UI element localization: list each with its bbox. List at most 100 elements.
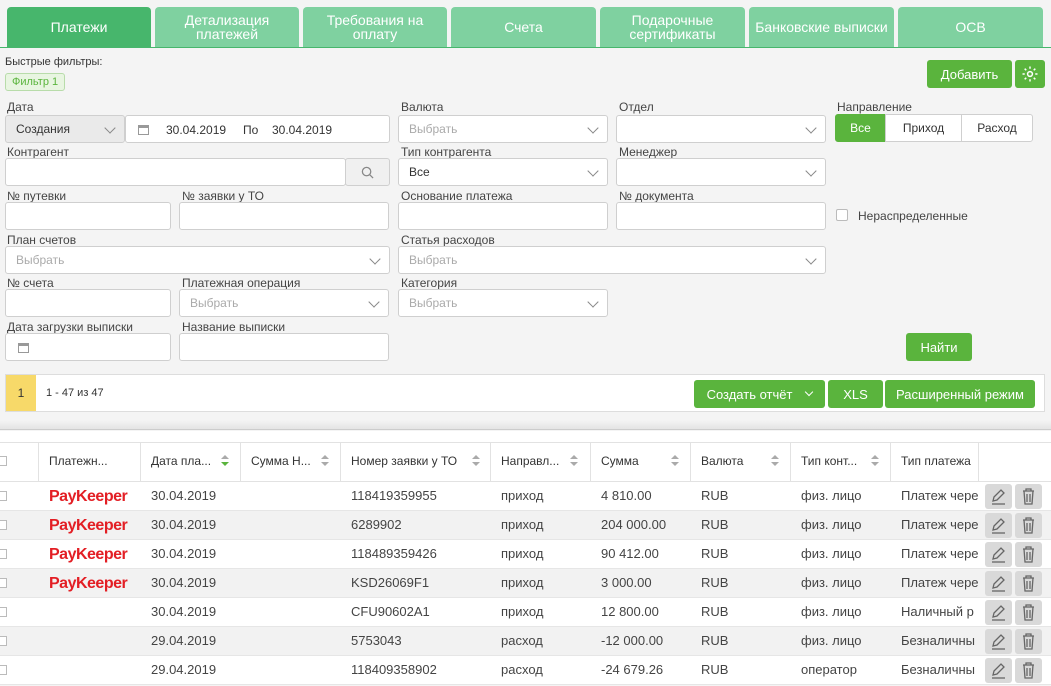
department-label: Отдел [619, 100, 654, 114]
col-header-amount[interactable]: Сумма [601, 454, 667, 468]
edit-button[interactable] [985, 600, 1012, 625]
edit-button[interactable] [985, 629, 1012, 654]
account-no-input[interactable] [5, 289, 171, 317]
delete-button[interactable] [1015, 542, 1042, 567]
section-divider [0, 420, 1051, 430]
counterparty-label: Контрагент [7, 145, 70, 159]
row-checkbox[interactable] [0, 636, 7, 646]
delete-button[interactable] [1015, 571, 1042, 596]
tab-payment-requests[interactable]: Требования на оплату [303, 7, 447, 47]
tab-payments[interactable]: Платежи [7, 7, 151, 47]
add-button[interactable]: Добавить [927, 60, 1012, 88]
category-select[interactable]: Выбрать [398, 289, 608, 317]
tab-bank-statements[interactable]: Банковские выписки [749, 7, 894, 47]
pager-range: 1 - 47 из 47 [46, 387, 104, 399]
xls-button[interactable]: XLS [828, 380, 883, 408]
edit-button[interactable] [985, 513, 1012, 538]
direction-expense[interactable]: Расход [961, 114, 1033, 142]
counterparty-type-select[interactable]: Все [398, 158, 608, 186]
edit-button[interactable] [985, 658, 1012, 683]
tab-payment-details[interactable]: Детализация платежей [155, 7, 299, 47]
delete-button[interactable] [1015, 629, 1042, 654]
trash-icon [1023, 575, 1034, 592]
tab-osv[interactable]: ОСВ [898, 7, 1043, 47]
cell-date: 30.04.2019 [151, 604, 217, 619]
direction-income[interactable]: Приход [885, 114, 962, 142]
statement-date-input[interactable] [5, 333, 171, 361]
sort-up-icon [321, 455, 329, 459]
edit-button[interactable] [985, 484, 1012, 509]
tab-strip-divider [0, 47, 1051, 48]
edit-button[interactable] [985, 571, 1012, 596]
payment-basis-label: Основание платежа [401, 189, 513, 203]
payment-operation-select[interactable]: Выбрать [179, 289, 389, 317]
tab-invoices[interactable]: Счета [451, 7, 596, 47]
cell-pay-type: Безналичны [901, 662, 975, 677]
cell-date: 29.04.2019 [151, 633, 217, 648]
cell-request: CFU90602A1 [351, 604, 430, 619]
create-report-button[interactable]: Создать отчёт [694, 380, 825, 408]
chart-of-accounts-select[interactable]: Выбрать [5, 246, 390, 274]
col-header-payment-type[interactable]: Тип платежа [901, 454, 977, 468]
delete-button[interactable] [1015, 513, 1042, 538]
col-header-date[interactable]: Дата пла... [151, 454, 217, 468]
col-header-cp-type[interactable]: Тип конт... [801, 454, 867, 468]
department-select[interactable] [616, 115, 826, 143]
col-header-currency[interactable]: Валюта [701, 454, 767, 468]
cell-direction: приход [501, 517, 544, 532]
tab-gift-certificates[interactable]: Подарочные сертификаты [600, 7, 745, 47]
payment-basis-input[interactable] [398, 202, 608, 230]
row-checkbox[interactable] [0, 491, 7, 501]
manager-select[interactable] [616, 158, 826, 186]
cell-amount: 3 000.00 [601, 575, 652, 590]
col-header-request-no[interactable]: Номер заявки у ТО [351, 454, 476, 468]
direction-all[interactable]: Все [835, 114, 886, 142]
manager-label: Менеджер [619, 145, 678, 159]
row-checkbox[interactable] [0, 607, 7, 617]
col-header-payment-system[interactable]: Платежн... [49, 454, 137, 468]
cell-currency: RUB [701, 517, 729, 532]
edit-button[interactable] [985, 542, 1012, 567]
trash-icon [1023, 488, 1034, 505]
sort-up-icon [472, 455, 480, 459]
row-checkbox[interactable] [0, 665, 7, 675]
chevron-down-icon [587, 296, 599, 308]
currency-select[interactable]: Выбрать [398, 115, 608, 143]
statement-name-input[interactable] [179, 333, 389, 361]
col-header-sum-n[interactable]: Сумма Н... [251, 454, 317, 468]
date-range-input[interactable]: 30.04.2019 По 30.04.2019 [125, 115, 390, 143]
delete-button[interactable] [1015, 658, 1042, 683]
chevron-down-icon [368, 296, 380, 308]
pencil-icon [992, 634, 1005, 650]
find-button[interactable]: Найти [906, 333, 972, 361]
cell-amount: 204 000.00 [601, 517, 667, 532]
cell-date: 30.04.2019 [151, 517, 217, 532]
counterparty-input[interactable] [5, 158, 346, 186]
row-checkbox[interactable] [0, 578, 7, 588]
cell-direction: приход [501, 575, 544, 590]
document-no-input[interactable] [616, 202, 826, 230]
to-request-label: № заявки у ТО [182, 189, 265, 203]
counterparty-search-button[interactable] [345, 158, 390, 186]
expense-item-select[interactable]: Выбрать [398, 246, 826, 274]
cell-currency: RUB [701, 575, 729, 590]
row-checkbox[interactable] [0, 549, 7, 559]
delete-button[interactable] [1015, 484, 1042, 509]
pencil-icon [992, 605, 1005, 621]
cell-amount: 4 810.00 [601, 488, 652, 503]
voucher-input[interactable] [5, 202, 171, 230]
cell-currency: RUB [701, 662, 729, 677]
cell-currency: RUB [701, 633, 729, 648]
select-all-checkbox[interactable] [0, 456, 7, 466]
col-header-direction[interactable]: Направл... [501, 454, 567, 468]
date-type-select[interactable]: Создания [5, 115, 125, 143]
row-checkbox[interactable] [0, 520, 7, 530]
quick-filter-chip[interactable]: Фильтр 1 [5, 73, 66, 91]
chevron-down-icon [587, 165, 599, 177]
to-request-input[interactable] [179, 202, 389, 230]
advanced-mode-button[interactable]: Расширенный режим [885, 380, 1035, 408]
page-number[interactable]: 1 [6, 375, 36, 411]
unallocated-checkbox[interactable] [836, 209, 848, 221]
settings-button[interactable] [1015, 60, 1045, 88]
delete-button[interactable] [1015, 600, 1042, 625]
